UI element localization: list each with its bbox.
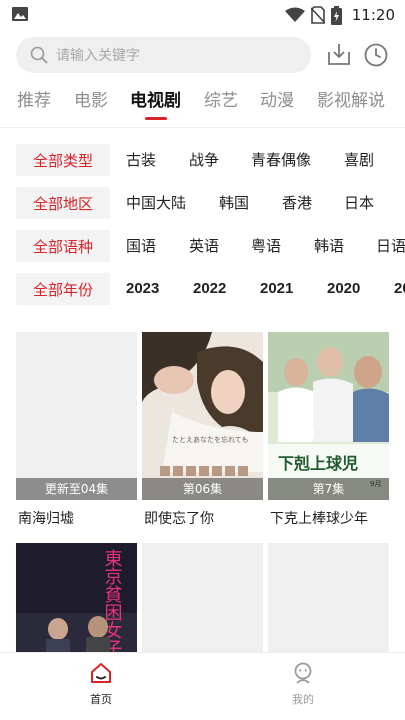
filter-option[interactable]: 2020 xyxy=(327,273,360,305)
poster-title-text: たとえあなたを忘れても xyxy=(172,435,248,444)
poster-artwork: 下剋上球児 9月 xyxy=(268,332,389,500)
poster-image[interactable]: たとえあなたを忘れても 第06集 xyxy=(142,332,263,500)
video-card[interactable]: 下剋上球児 9月 第7集 下克上棒球少年 xyxy=(268,332,389,532)
filter-option[interactable]: 中国大陆 xyxy=(126,187,186,219)
video-title[interactable]: 即使忘了你 xyxy=(144,508,214,528)
search-placeholder: 请输入关键字 xyxy=(56,48,140,64)
download-icon[interactable] xyxy=(326,42,352,68)
tab-variety[interactable]: 综艺 xyxy=(204,86,238,111)
filter-option[interactable]: 喜剧 xyxy=(344,144,374,176)
category-tabs: 推荐 电影 电视剧 综艺 动漫 影视解说 xyxy=(0,86,405,122)
filter-option[interactable]: 日本 xyxy=(344,187,374,219)
wifi-icon xyxy=(284,7,305,22)
video-card[interactable] xyxy=(142,543,263,652)
filter-option[interactable]: 古装 xyxy=(126,144,156,176)
search-icon xyxy=(30,46,48,64)
video-card[interactable]: たとえあなたを忘れても 第06集 即使忘了你 xyxy=(142,332,263,532)
poster-placeholder[interactable] xyxy=(142,543,263,652)
tab-movies[interactable]: 电影 xyxy=(74,86,108,111)
filter-row-region: 全部地区 中国大陆 韩国 香港 日本 xyxy=(0,187,405,219)
status-bar: 11:20 xyxy=(0,0,405,30)
nav-profile-label: 我的 xyxy=(292,693,314,706)
filter-row-year: 全部年份 2023 2022 2021 2020 2019 xyxy=(0,273,405,305)
poster-image[interactable]: 東京貧困女子 xyxy=(16,543,137,652)
history-icon[interactable] xyxy=(363,42,389,68)
poster-image[interactable]: 下剋上球児 9月 第7集 xyxy=(268,332,389,500)
filter-option[interactable]: 国语 xyxy=(126,230,156,262)
video-title[interactable]: 下克上棒球少年 xyxy=(270,508,368,528)
tab-tv-series[interactable]: 电视剧 xyxy=(130,86,181,111)
nav-profile[interactable]: 我的 xyxy=(273,661,333,707)
active-tab-indicator xyxy=(145,117,167,120)
filter-option[interactable]: 青春偶像 xyxy=(251,144,311,176)
video-card[interactable]: 東京貧困女子 xyxy=(16,543,137,652)
filter-option[interactable]: 2021 xyxy=(260,273,293,305)
gallery-icon xyxy=(12,7,28,21)
filter-option[interactable]: 战争 xyxy=(189,144,219,176)
bottom-nav: 首页 我的 xyxy=(0,652,405,720)
search-row: 请输入关键字 xyxy=(0,37,405,75)
filter-option[interactable]: 2023 xyxy=(126,273,159,305)
filter-row-genre: 全部类型 古装 战争 青春偶像 喜剧 xyxy=(0,144,405,176)
poster-artwork: 東京貧困女子 xyxy=(16,543,137,652)
video-title[interactable]: 南海归墟 xyxy=(18,508,74,528)
filter-option[interactable]: 粤语 xyxy=(251,230,281,262)
video-card[interactable]: 更新至04集 南海归墟 xyxy=(16,332,137,532)
profile-icon xyxy=(294,662,312,684)
nav-home[interactable]: 首页 xyxy=(71,661,131,707)
episode-badge: 第7集 xyxy=(268,478,389,500)
filter-all-genres[interactable]: 全部类型 xyxy=(16,144,110,176)
home-icon xyxy=(91,663,111,683)
filter-all-languages[interactable]: 全部语种 xyxy=(16,230,110,262)
tab-recommend[interactable]: 推荐 xyxy=(17,86,51,111)
filter-option[interactable]: 香港 xyxy=(282,187,312,219)
poster-artwork: たとえあなたを忘れても xyxy=(142,332,263,500)
filter-all-years[interactable]: 全部年份 xyxy=(16,273,110,305)
divider xyxy=(0,127,405,128)
filter-row-language: 全部语种 国语 英语 粤语 韩语 日语 xyxy=(0,230,405,262)
poster-placeholder[interactable] xyxy=(268,543,389,652)
no-sim-icon xyxy=(310,6,325,24)
tab-anime[interactable]: 动漫 xyxy=(260,86,294,111)
nav-home-label: 首页 xyxy=(90,693,112,706)
poster-title-text: 東京貧困女子 xyxy=(102,549,123,652)
clock: 11:20 xyxy=(351,6,395,24)
filter-option[interactable]: 2019 xyxy=(394,273,405,305)
filter-option[interactable]: 2022 xyxy=(193,273,226,305)
filter-option[interactable]: 日语 xyxy=(376,230,405,262)
poster-placeholder[interactable]: 更新至04集 xyxy=(16,332,137,500)
episode-badge: 更新至04集 xyxy=(16,478,137,500)
battery-charging-icon xyxy=(330,5,342,25)
search-input[interactable]: 请输入关键字 xyxy=(16,37,311,73)
video-card[interactable] xyxy=(268,543,389,652)
filter-option[interactable]: 韩语 xyxy=(314,230,344,262)
filter-option[interactable]: 韩国 xyxy=(219,187,249,219)
tab-commentary[interactable]: 影视解说 xyxy=(317,86,385,111)
filter-all-regions[interactable]: 全部地区 xyxy=(16,187,110,219)
filter-option[interactable]: 英语 xyxy=(189,230,219,262)
poster-title-text: 下剋上球児 xyxy=(278,454,358,473)
episode-badge: 第06集 xyxy=(142,478,263,500)
